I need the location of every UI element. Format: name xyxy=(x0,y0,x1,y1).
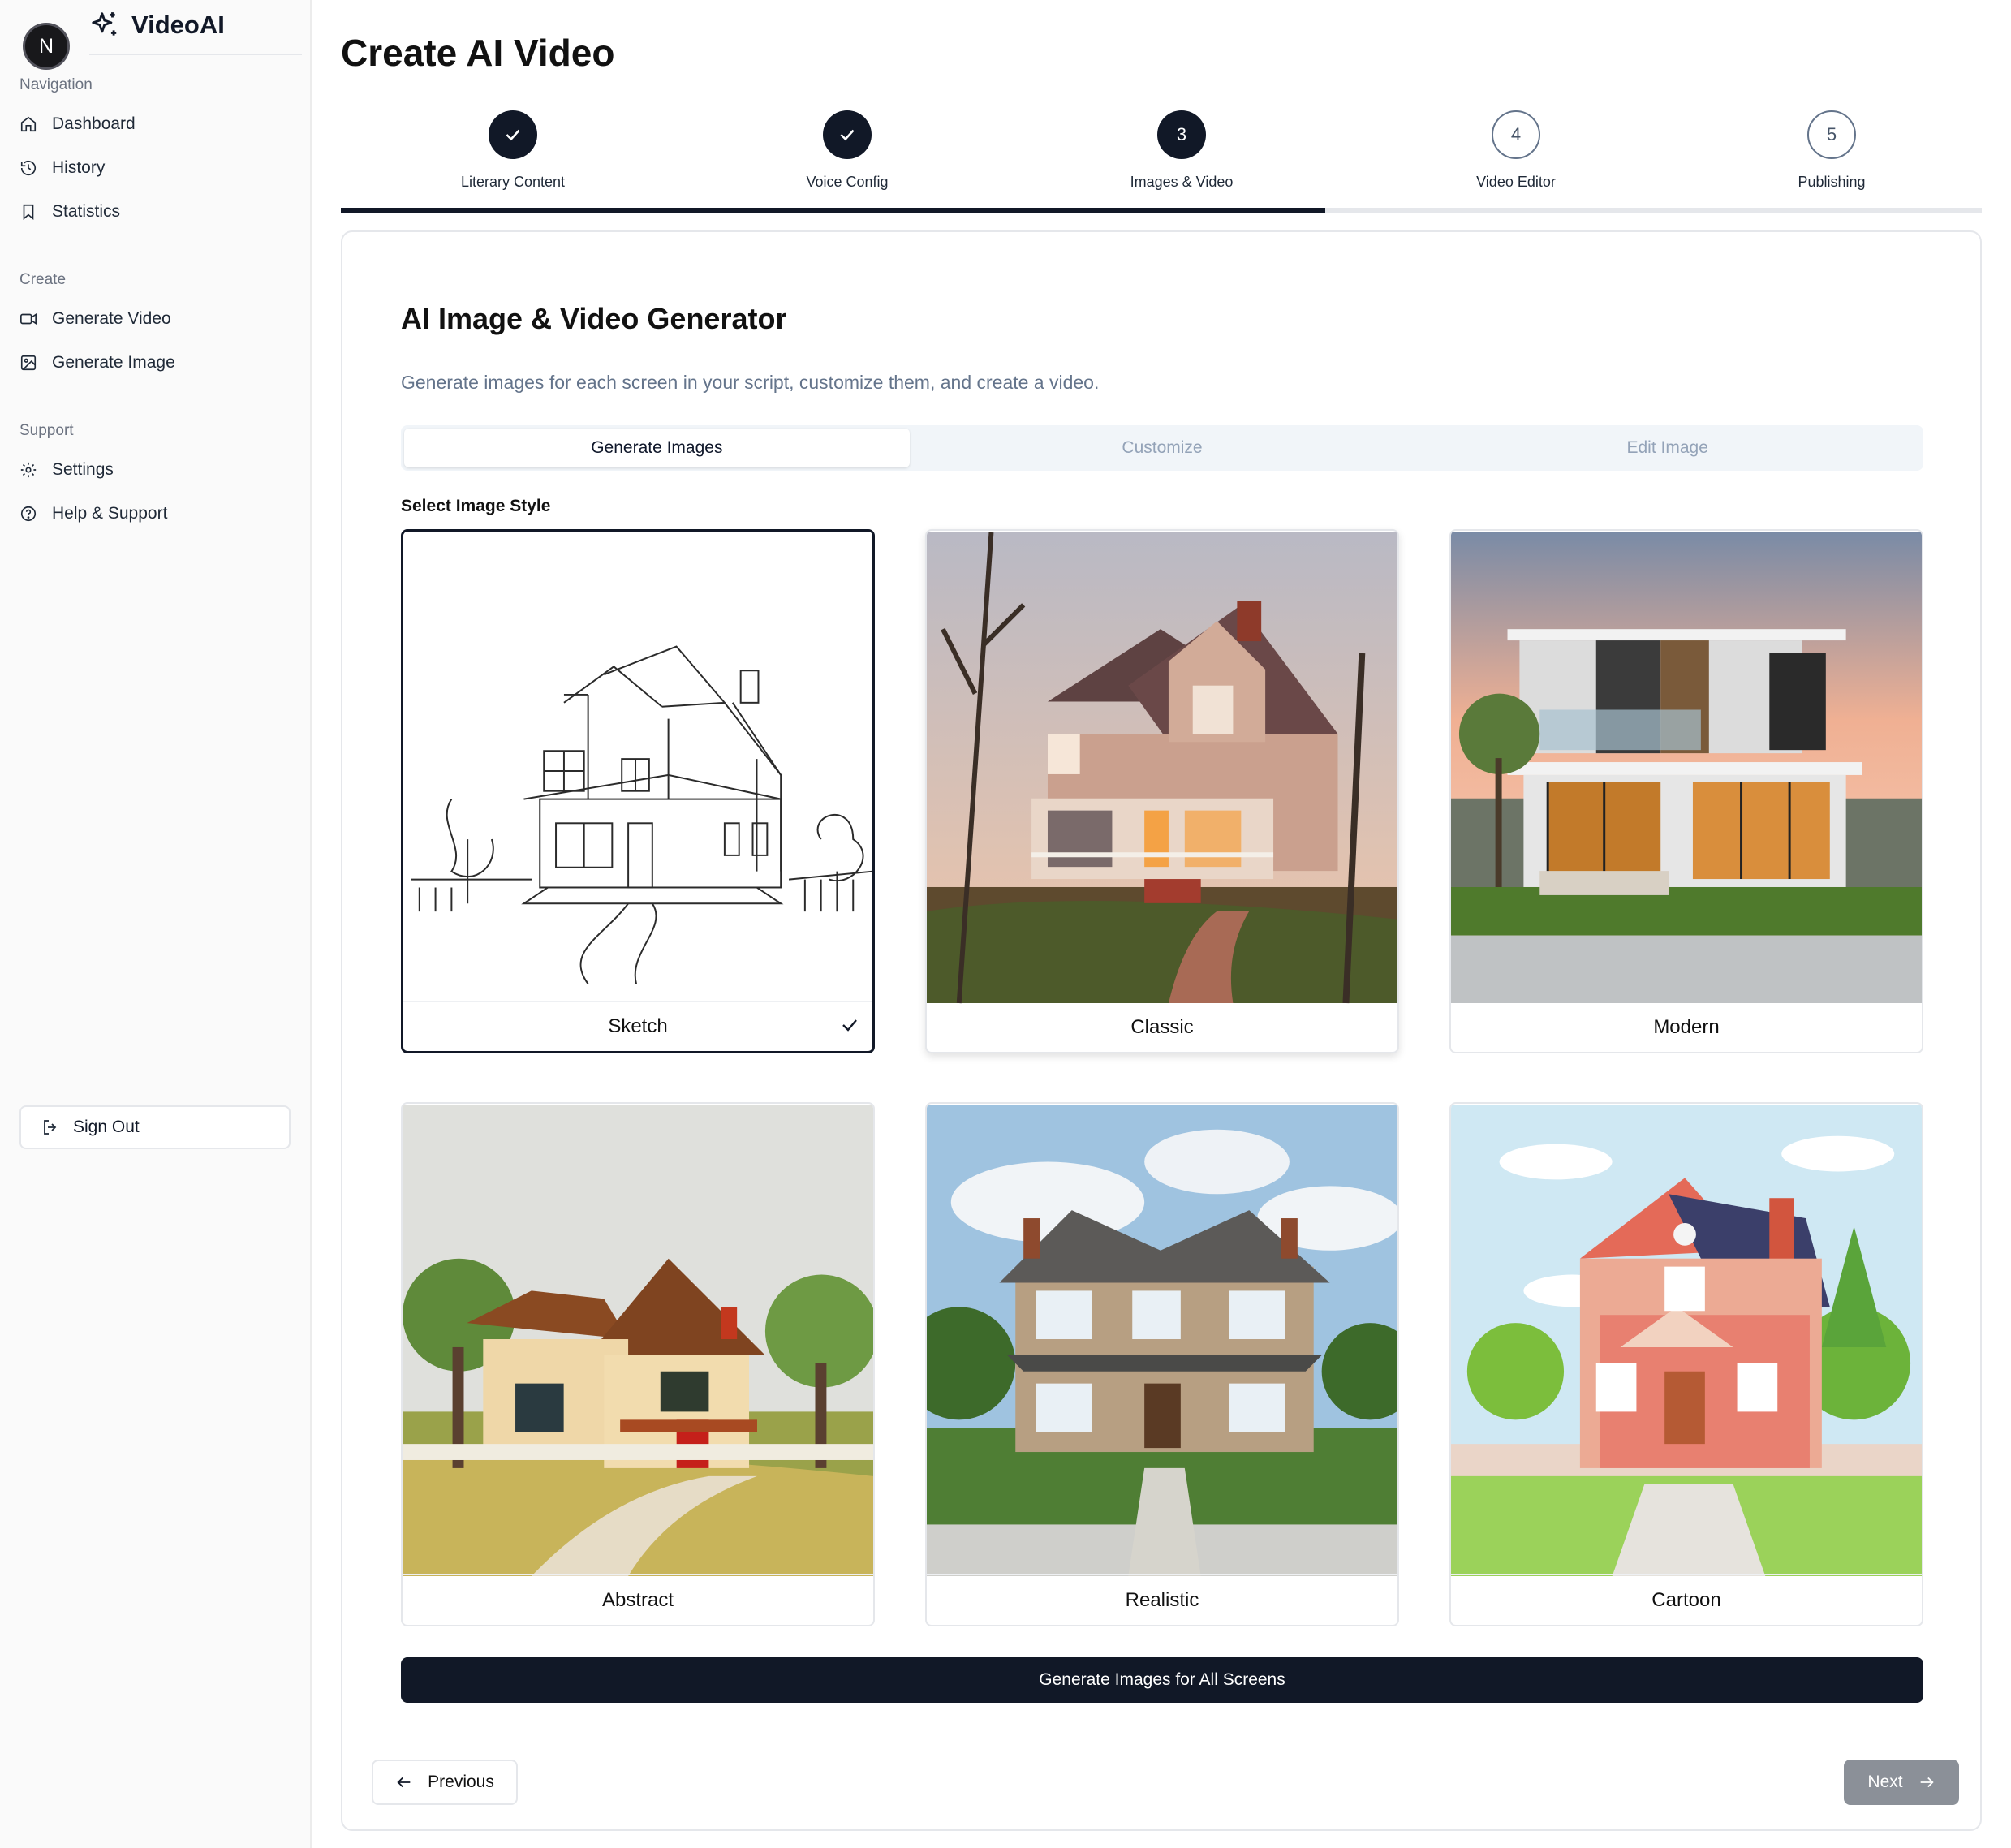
style-name: Realistic xyxy=(927,1574,1397,1625)
step-images-video[interactable]: 3 Images & Video xyxy=(1076,110,1287,191)
tab-generate-images[interactable]: Generate Images xyxy=(404,429,910,467)
progress-bar xyxy=(341,208,1982,213)
sidebar-item-label: Dashboard xyxy=(52,114,136,133)
style-card-classic[interactable]: Classic xyxy=(925,529,1399,1053)
generate-all-button[interactable]: Generate Images for All Screens xyxy=(401,1657,1923,1703)
home-icon xyxy=(20,116,37,132)
step-label: Voice Config xyxy=(806,174,889,190)
style-card-sketch[interactable]: Sketch xyxy=(401,529,875,1053)
nav-section-title: Support xyxy=(19,422,74,439)
arrow-left-icon xyxy=(397,1777,411,1788)
brand[interactable]: VideoAI xyxy=(89,10,225,41)
step-circle: 5 xyxy=(1807,110,1856,159)
check-icon xyxy=(842,1019,857,1032)
cartoon-house-image xyxy=(1451,1104,1922,1578)
style-card-cartoon[interactable]: Cartoon xyxy=(1449,1102,1923,1626)
generator-card: AI Image & Video Generator Generate imag… xyxy=(341,230,1982,1831)
previous-button[interactable]: Previous xyxy=(372,1760,518,1805)
next-button[interactable]: Next xyxy=(1844,1760,1959,1805)
realistic-house-image xyxy=(927,1104,1397,1578)
sketch-house-image xyxy=(403,532,872,1006)
generator-title: AI Image & Video Generator xyxy=(401,302,787,335)
sidebar-item-history[interactable]: History xyxy=(19,152,105,184)
sidebar: N VideoAI Navigation Dashboard History S… xyxy=(0,0,312,1848)
generator-tabs: Generate Images Customize Edit Image xyxy=(401,425,1923,471)
avatar[interactable]: N xyxy=(23,23,70,70)
style-section-label: Select Image Style xyxy=(401,497,551,515)
step-circle: 3 xyxy=(1157,110,1206,159)
divider xyxy=(89,54,302,55)
sidebar-item-label: Generate Image xyxy=(52,353,175,372)
style-name: Classic xyxy=(927,1002,1397,1052)
modern-house-image xyxy=(1451,531,1922,1005)
step-circle xyxy=(823,110,872,159)
step-video-editor[interactable]: 4 Video Editor xyxy=(1410,110,1621,191)
next-label: Next xyxy=(1867,1773,1903,1791)
tab-customize[interactable]: Customize xyxy=(910,429,1415,467)
sidebar-item-generate-image[interactable]: Generate Image xyxy=(19,347,175,379)
step-circle: 4 xyxy=(1492,110,1540,159)
previous-label: Previous xyxy=(428,1773,494,1791)
style-name: Modern xyxy=(1451,1002,1922,1052)
step-voice-config[interactable]: Voice Config xyxy=(742,110,953,191)
arrow-right-icon xyxy=(1920,1777,1934,1788)
sidebar-item-settings[interactable]: Settings xyxy=(19,454,114,486)
bookmark-icon xyxy=(23,204,34,221)
step-publishing[interactable]: 5 Publishing xyxy=(1726,110,1937,191)
gear-icon xyxy=(20,462,37,478)
sign-out-label: Sign Out xyxy=(73,1118,140,1136)
avatar-initial: N xyxy=(38,34,54,58)
step-label: Video Editor xyxy=(1476,174,1556,190)
stepper: Literary Content Voice Config 3 Images &… xyxy=(341,110,1982,214)
progress-fill xyxy=(341,208,1326,213)
classic-house-image xyxy=(927,531,1397,1005)
step-label: Publishing xyxy=(1798,174,1866,190)
sidebar-item-label: Statistics xyxy=(52,202,121,221)
step-circle xyxy=(489,110,537,159)
sidebar-item-statistics[interactable]: Statistics xyxy=(19,196,120,228)
check-icon xyxy=(506,129,520,141)
sidebar-item-label: History xyxy=(52,158,106,177)
sidebar-item-dashboard[interactable]: Dashboard xyxy=(19,108,136,140)
step-label: Literary Content xyxy=(460,174,566,190)
style-name: Cartoon xyxy=(1451,1574,1922,1625)
check-icon xyxy=(840,129,855,141)
sidebar-item-label: Help & Support xyxy=(52,504,168,523)
video-icon xyxy=(20,312,37,325)
help-circle-icon xyxy=(20,506,37,522)
sign-out-icon xyxy=(44,1120,57,1135)
sidebar-item-help[interactable]: Help & Support xyxy=(19,498,167,530)
sign-out-button[interactable]: Sign Out xyxy=(19,1105,291,1149)
style-card-realistic[interactable]: Realistic xyxy=(925,1102,1399,1626)
sidebar-item-generate-video[interactable]: Generate Video xyxy=(19,303,171,335)
step-literary-content[interactable]: Literary Content xyxy=(407,110,618,191)
abstract-house-image xyxy=(403,1104,873,1578)
history-icon xyxy=(20,161,37,176)
style-name: Abstract xyxy=(403,1574,873,1625)
nav-section-title: Navigation xyxy=(19,76,93,93)
style-name: Sketch xyxy=(403,1001,872,1051)
tab-edit-image[interactable]: Edit Image xyxy=(1415,429,1920,467)
brand-name: VideoAI xyxy=(131,11,225,39)
sidebar-item-label: Settings xyxy=(52,460,114,479)
style-card-modern[interactable]: Modern xyxy=(1449,529,1923,1053)
step-label: Images & Video xyxy=(1130,174,1234,190)
nav-section-title: Create xyxy=(19,271,67,288)
style-card-abstract[interactable]: Abstract xyxy=(401,1102,875,1626)
generator-description: Generate images for each screen in your … xyxy=(401,372,1100,393)
image-icon xyxy=(20,355,37,371)
sparkles-icon xyxy=(92,12,117,36)
sidebar-item-label: Generate Video xyxy=(52,309,171,328)
page-title: Create AI Video xyxy=(341,32,615,74)
